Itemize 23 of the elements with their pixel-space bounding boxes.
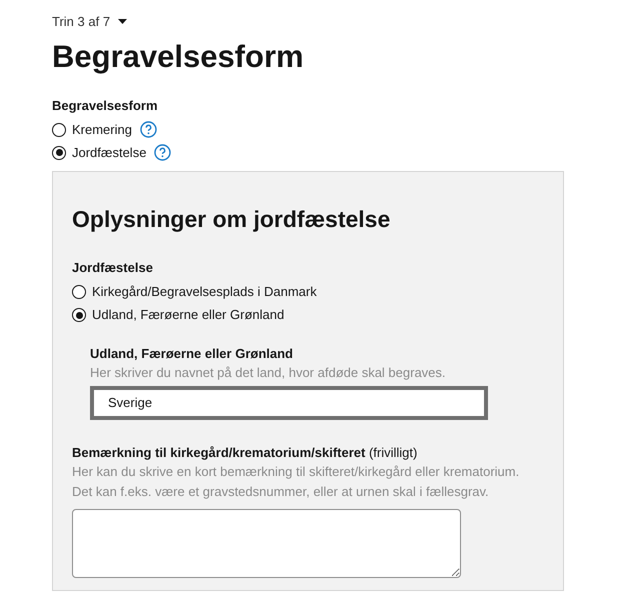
- radio-label[interactable]: Kremering: [72, 120, 132, 140]
- radio-button[interactable]: [52, 146, 66, 160]
- radio-label[interactable]: Jordfæstelse: [72, 142, 146, 162]
- country-input[interactable]: Sverige: [90, 386, 488, 420]
- step-indicator[interactable]: Trin 3 af 7: [52, 12, 110, 32]
- caret-icon[interactable]: [118, 19, 128, 24]
- help-icon[interactable]: [154, 144, 172, 161]
- field-hint: Her kan du skrive en kort bemærkning til skifteret/kirkegård eller krematorium.: [72, 462, 520, 481]
- field-label: Bemærkning til kirkegård/krematorium/skifteret (frivilligt): [72, 444, 418, 462]
- radio-button[interactable]: [72, 308, 86, 322]
- radio-label[interactable]: Udland, Færøerne eller Grønland: [92, 305, 284, 325]
- radio-button[interactable]: [52, 122, 66, 136]
- page-title: Begravelsesform: [52, 38, 305, 76]
- remark-textarea[interactable]: [72, 508, 461, 578]
- field-hint: Det kan f.eks. være et gravstedsnummer, eller at urnen skal i fællesgrav.: [72, 482, 490, 501]
- field-label: Jordfæstelse: [72, 259, 154, 277]
- panel-heading: Oplysninger om jordfæstelse: [72, 205, 392, 234]
- field-label: Udland, Færøerne eller Grønland: [90, 344, 294, 362]
- field-hint: Her skriver du navnet på det land, hvor afdøde skal begraves.: [90, 364, 447, 382]
- field-label: Begravelsesform: [52, 96, 158, 115]
- help-icon[interactable]: [140, 121, 157, 138]
- radio-button[interactable]: [72, 285, 86, 299]
- radio-label[interactable]: Kirkegård/Begravelsesplads i Danmark: [92, 282, 317, 302]
